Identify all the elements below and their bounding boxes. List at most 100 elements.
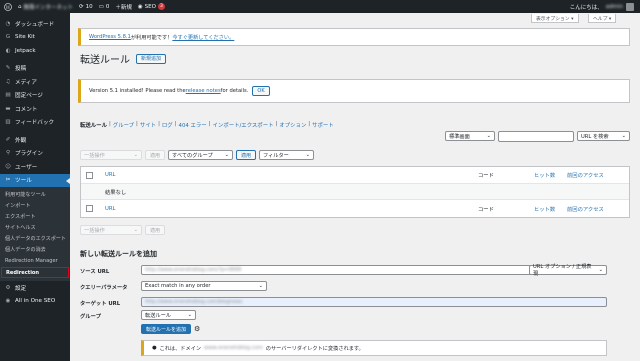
group-select[interactable]: 転送ルール ⌄ (141, 310, 196, 320)
submenu-redirection[interactable]: Redirection (1, 267, 69, 278)
bulk-apply-button-bottom[interactable]: 適用 (145, 225, 166, 235)
add-redirect-button[interactable]: 転送ルールを追加 (141, 324, 192, 334)
sidebar-item-aioseo[interactable]: ◉ All in One SEO (0, 295, 70, 309)
col-hits[interactable]: ヒット数 (534, 171, 555, 179)
sidebar-item-pages[interactable]: ▤ 固定ページ (0, 89, 70, 103)
table-footer: URL コード ヒット数 前回のアクセス (81, 200, 629, 217)
target-url-label: ターゲット URL (80, 301, 121, 307)
release-notes-link[interactable]: release notes (186, 88, 221, 94)
update-now-link[interactable]: 今すぐ更新してください。 (172, 34, 234, 41)
site-name: 無限インターネット (23, 4, 74, 11)
sidebar-item-media[interactable]: ♫ メディア (0, 75, 70, 89)
table-header: URL コード ヒット数 前回のアクセス (81, 167, 629, 184)
sidebar-item-comments[interactable]: ▬ コメント (0, 102, 70, 116)
col-url-footer[interactable]: URL (105, 206, 116, 212)
page-header: 転送ルール 新規追加 (80, 51, 167, 66)
comment-icon: ▬ (5, 105, 11, 112)
filter-select[interactable]: フィルター ⌄ (259, 150, 315, 160)
col-last-access[interactable]: 前回のアクセス (567, 171, 604, 179)
sidebar-item-appearance[interactable]: ✐ 外観 (0, 133, 70, 147)
submenu-site-health[interactable]: サイトヘルス (0, 222, 70, 233)
media-icon: ♫ (5, 78, 11, 85)
chevron-down-icon: ⌄ (486, 133, 491, 139)
seo-label: SEO (144, 3, 156, 10)
sidebar-item-plugins[interactable]: ⚲ プラグイン (0, 147, 70, 161)
target-url-input[interactable]: http://www.onenetsblog.com/blognews (141, 297, 607, 307)
help-button[interactable]: ヘルプ ▾ (588, 14, 617, 23)
group-label: グループ (80, 314, 101, 320)
install-notice: Version 5.1 installed! Please read the r… (78, 79, 630, 103)
subnav-options[interactable]: オプション (279, 121, 306, 129)
seo-menu[interactable]: ◉ SEO 3 (138, 3, 165, 10)
subnav-sites[interactable]: サイト (140, 121, 156, 129)
subnav-import-export[interactable]: インポート/エクスポート (213, 121, 274, 129)
group-apply-button[interactable]: 適用 (236, 150, 257, 160)
col-hits-footer[interactable]: ヒット数 (534, 205, 555, 213)
bulk-action-select-bottom[interactable]: 一括操作 ⌄ (80, 225, 142, 235)
sidebar-item-posts[interactable]: ✎ 投稿 (0, 62, 70, 76)
url-options-select[interactable]: URL オプション / 正規表現 ⌄ (529, 264, 607, 277)
update-notice-text: が利用可能です！ (130, 34, 173, 41)
wrench-icon: ✂ (5, 177, 11, 184)
seo-notification-badge: 3 (157, 3, 165, 10)
sidebar-item-jetpack[interactable]: ◐ Jetpack (0, 44, 70, 58)
subnav-redirects[interactable]: 転送ルール (80, 121, 107, 129)
subnav-groups[interactable]: グループ (113, 121, 134, 129)
avatar (626, 2, 634, 11)
my-account-menu[interactable]: こんにちは、 admin (569, 2, 634, 11)
search-input[interactable] (498, 131, 574, 142)
select-all-checkbox[interactable] (86, 171, 93, 179)
submenu-available-tools[interactable]: 利用可能なツール (0, 189, 70, 200)
bulk-apply-button[interactable]: 適用 (145, 150, 166, 160)
sidebar-item-dashboard[interactable]: ◔ ダッシュボード (0, 17, 70, 31)
updates-link[interactable]: ⟳ 10 (79, 4, 93, 10)
subnav-support[interactable]: サポート (312, 121, 334, 129)
source-url-input[interactable]: http://www.onenetsblog.com/?p=9999⚙ (141, 265, 591, 275)
add-new-button[interactable]: 新規追加 (136, 53, 167, 64)
search-type-select[interactable]: URL を検索 ⌄ (577, 131, 630, 141)
sidebar-item-tools[interactable]: ✂ ツール (0, 173, 70, 187)
redirection-subnav: 転送ルール | グループ | サイト | ログ | 404 エラー | インポート/エクス… (80, 121, 334, 129)
new-content-link[interactable]: ＋新規 (115, 3, 132, 11)
chevron-down-icon: ⌄ (305, 152, 311, 158)
page-title: 転送ルール (80, 55, 130, 66)
add-redirect-heading: 新しい転送ルールを追加 (80, 250, 157, 258)
greeting-text: こんにちは、 (569, 4, 603, 11)
query-params-label: クエリーパラメータ (80, 285, 128, 291)
submenu-export-personal-data[interactable]: 個人データのエクスポート (0, 233, 70, 244)
col-url[interactable]: URL (105, 172, 116, 178)
display-mode-select[interactable]: 標準画面 ⌄ (445, 131, 495, 141)
submenu-export[interactable]: エクスポート (0, 211, 70, 222)
aioseo-icon: ◉ (137, 3, 143, 10)
query-params-select[interactable]: Exact match in any order ⌄ (141, 281, 267, 291)
submenu-import[interactable]: インポート (0, 200, 70, 211)
gear-icon[interactable]: ⚙ (194, 325, 200, 333)
sidebar-item-users[interactable]: ☺ ユーザー (0, 160, 70, 174)
screen-options-button[interactable]: 表示オプション ▾ (531, 14, 579, 23)
chevron-down-icon: ⌄ (133, 227, 138, 233)
select-all-checkbox-footer[interactable] (86, 205, 93, 212)
subnav-404[interactable]: 404 エラー (179, 121, 207, 129)
sidebar-item-settings[interactable]: ⚙ 設定 (0, 281, 70, 295)
col-last-access-footer[interactable]: 前回のアクセス (567, 205, 604, 213)
redirects-table: URL コード ヒット数 前回のアクセス 結果なし URL コード ヒット数 前… (80, 166, 630, 218)
chevron-down-icon: ⌄ (621, 133, 626, 139)
submenu-redirection-manager[interactable]: Redirection Manager (0, 255, 70, 266)
subnav-logs[interactable]: ログ (162, 121, 173, 129)
updates-icon: ⟳ (79, 3, 84, 10)
empty-message: 結果なし (105, 189, 127, 196)
table-bottom-actions: 一括操作 ⌄ 適用 (80, 225, 166, 235)
comments-count: 0 (105, 3, 110, 10)
bulk-action-select[interactable]: 一括操作 ⌄ (80, 150, 142, 160)
plugin-icon: ⚲ (5, 150, 11, 157)
wordpress-version-link[interactable]: WordPress 5.8.1 (89, 34, 131, 40)
wordpress-logo-icon[interactable]: W (4, 2, 12, 11)
comments-link[interactable]: ▭ 0 (99, 4, 110, 10)
sidebar-item-feedback[interactable]: ▥ フィードバック (0, 116, 70, 130)
group-filter-select[interactable]: すべてのグループ ⌄ (168, 150, 234, 160)
ok-button[interactable]: OK (252, 86, 270, 96)
sidebar-item-sitekit[interactable]: G Site Kit (0, 31, 70, 45)
site-home-link[interactable]: ⌂ 無限インターネット (18, 3, 73, 11)
brush-icon: ✐ (5, 136, 11, 143)
submenu-erase-personal-data[interactable]: 個人データの消去 (0, 244, 70, 255)
